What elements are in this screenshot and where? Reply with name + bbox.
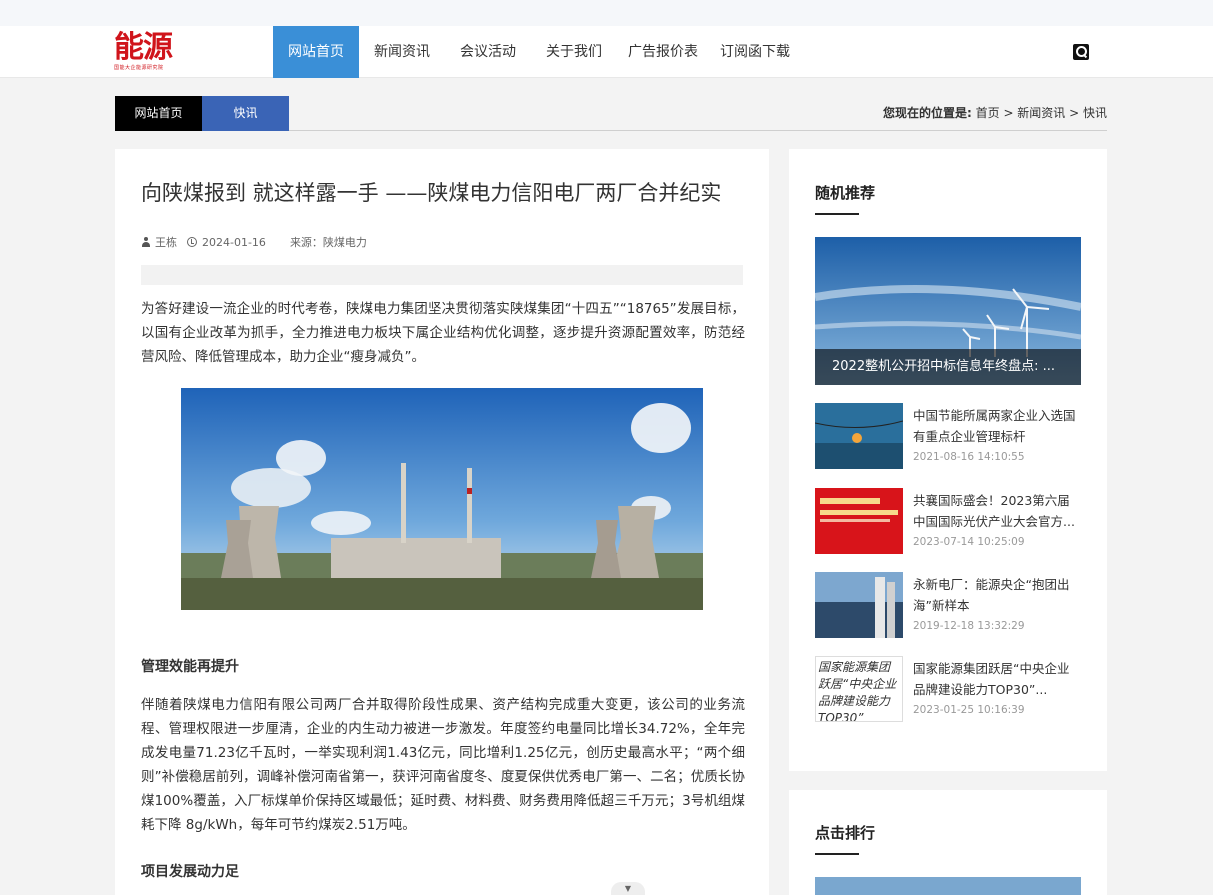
section-heading: 项目发展动力足 bbox=[141, 864, 239, 880]
list-item[interactable]: 共襄国际盛会！2023第六届中国国际光伏产业大会官方... 2023-07-14… bbox=[815, 488, 1081, 554]
nav-home[interactable]: 网站首页 bbox=[273, 26, 359, 78]
site-logo[interactable]: 能源 国能大企能源研究院 bbox=[114, 31, 186, 75]
breadcrumb-path[interactable]: 首页 > 新闻资讯 > 快讯 bbox=[972, 106, 1107, 120]
article-source: 来源：陕煤电力 bbox=[289, 236, 367, 249]
article-date: 2024-01-16 bbox=[202, 235, 266, 249]
item-date: 2021-08-16 14:10:55 bbox=[913, 451, 1025, 463]
thumbnail bbox=[815, 572, 903, 638]
featured-caption: 2022整机公开招中标信息年终盘点: ... bbox=[815, 349, 1081, 385]
list-item[interactable]: 国家能源集团跃居“中央企业品牌建设能力TOP30” 国家能源集团跃居“中央企业品… bbox=[815, 656, 1081, 722]
featured-article[interactable]: 2022整机公开招中标信息年终盘点: ... bbox=[815, 237, 1081, 385]
tab-home[interactable]: 网站首页 bbox=[115, 96, 202, 131]
search-icon[interactable] bbox=[1073, 44, 1089, 60]
nav-about[interactable]: 关于我们 bbox=[531, 26, 617, 78]
item-title[interactable]: 永新电厂：能源央企“抱团出海”新样本 bbox=[913, 574, 1081, 616]
item-title[interactable]: 国家能源集团跃居“中央企业品牌建设能力TOP30”... bbox=[913, 658, 1081, 700]
article-paragraph: 为答好建设一流企业的时代考卷，陕煤电力集团坚决贯彻落实陕煤集团“十四五”“187… bbox=[141, 301, 745, 365]
logo-text: 能源 bbox=[114, 30, 173, 65]
item-date: 2019-12-18 13:32:29 bbox=[913, 620, 1025, 632]
item-date: 2023-07-14 10:25:09 bbox=[913, 536, 1025, 548]
list-item[interactable]: 永新电厂：能源央企“抱团出海”新样本 2019-12-18 13:32:29 bbox=[815, 572, 1081, 638]
user-icon bbox=[141, 237, 151, 247]
list-item[interactable]: 中国节能所属两家企业入选国有重点企业管理标杆 2021-08-16 14:10:… bbox=[815, 403, 1081, 469]
click-ranking-panel: 点击排行 bbox=[789, 790, 1107, 895]
article-title: 向陕煤报到 就这样露一手 ——陕煤电力信阳电厂两厂合并纪实 bbox=[141, 181, 722, 205]
chevron-down-icon[interactable]: ▼ bbox=[611, 882, 645, 895]
nav-subscribe[interactable]: 订阅函下载 bbox=[709, 26, 801, 78]
article-panel: 向陕煤报到 就这样露一手 ——陕煤电力信阳电厂两厂合并纪实 王栋 2024-01… bbox=[115, 149, 769, 895]
article-author: 王栋 bbox=[155, 236, 177, 249]
site-header: 能源 国能大企能源研究院 网站首页 新闻资讯 会议活动 关于我们 广告报价表 订… bbox=[0, 26, 1213, 78]
panel-title: 随机推荐 bbox=[815, 184, 876, 202]
section-heading: 管理效能再提升 bbox=[141, 659, 239, 675]
nav-ad-rates[interactable]: 广告报价表 bbox=[617, 26, 709, 78]
thumbnail bbox=[815, 403, 903, 469]
main-nav: 网站首页 新闻资讯 会议活动 关于我们 广告报价表 订阅函下载 bbox=[273, 26, 801, 78]
nav-news[interactable]: 新闻资讯 bbox=[359, 26, 445, 78]
power-plant-photo bbox=[181, 388, 703, 610]
summary-bar bbox=[141, 265, 743, 285]
top-strip bbox=[0, 0, 1213, 26]
broken-image-placeholder: 国家能源集团跃居“中央企业品牌建设能力TOP30” bbox=[815, 656, 903, 722]
article-meta: 王栋 2024-01-16 来源：陕煤电力 bbox=[141, 234, 377, 250]
item-title[interactable]: 共襄国际盛会！2023第六届中国国际光伏产业大会官方... bbox=[913, 490, 1081, 532]
item-title[interactable]: 中国节能所属两家企业入选国有重点企业管理标杆 bbox=[913, 405, 1081, 447]
location-label: 您现在的位置是: bbox=[883, 106, 972, 120]
title-underline bbox=[815, 213, 859, 215]
item-date: 2023-01-25 10:16:39 bbox=[913, 704, 1025, 716]
title-underline bbox=[815, 853, 859, 855]
logo-subtext: 国能大企能源研究院 bbox=[114, 65, 164, 71]
panel-title: 点击排行 bbox=[815, 824, 876, 842]
clock-icon bbox=[187, 237, 197, 247]
thumbnail bbox=[815, 488, 903, 554]
breadcrumb: 您现在的位置是: 首页 > 新闻资讯 > 快讯 bbox=[883, 96, 1107, 131]
random-recommend-panel: 随机推荐 2022整机公开招中标信息年终盘点: ... 中国节能所属两家企业入选… bbox=[789, 149, 1107, 771]
breadcrumb-bar: 网站首页 快讯 您现在的位置是: 首页 > 新闻资讯 > 快讯 bbox=[115, 96, 1107, 131]
article-paragraph: 伴随着陕煤电力信阳有限公司两厂合并取得阶段性成果、资产结构完成重大变更，该公司的… bbox=[141, 697, 745, 833]
nav-events[interactable]: 会议活动 bbox=[445, 26, 531, 78]
tab-flash-news[interactable]: 快讯 bbox=[202, 96, 289, 131]
ranking-thumbnail[interactable] bbox=[815, 877, 1081, 895]
